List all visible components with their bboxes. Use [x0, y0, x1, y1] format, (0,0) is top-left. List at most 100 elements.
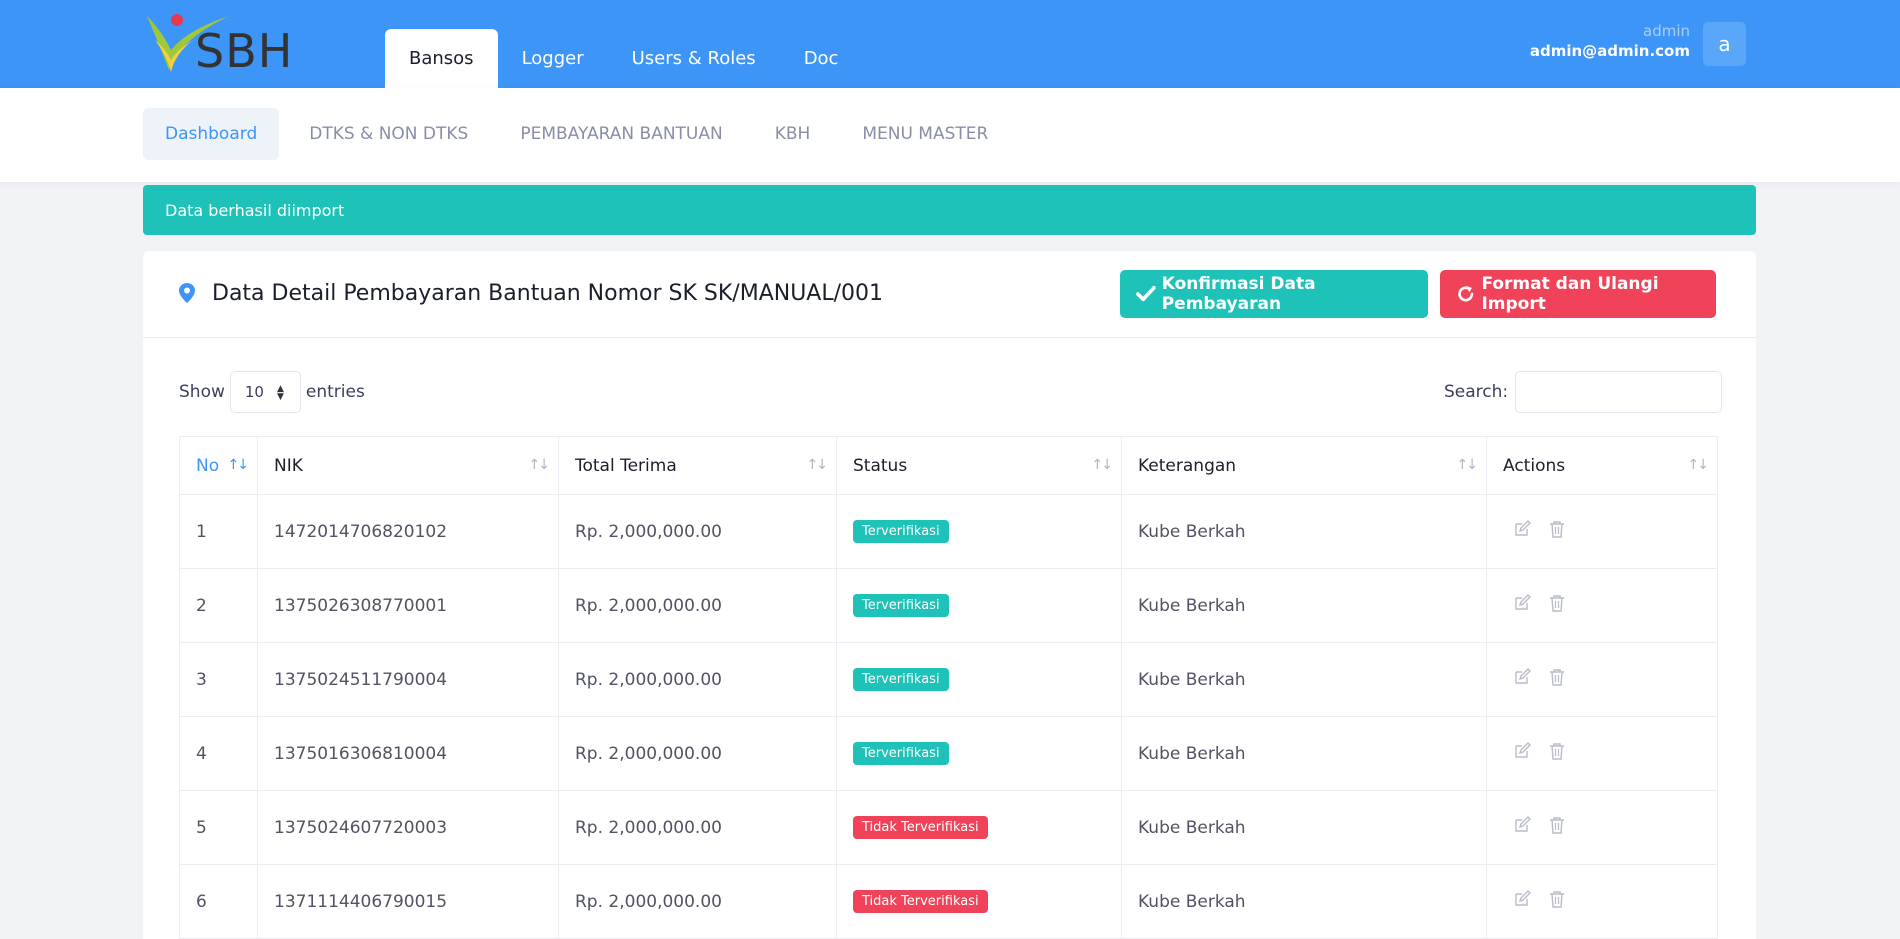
cell-nik: 1472014706820102: [257, 494, 559, 569]
cell-status: Terverifikasi: [836, 716, 1122, 791]
subnav-item-menu-master[interactable]: MENU MASTER: [840, 108, 1010, 160]
sort-arrows-icon: ▲ ▼: [276, 384, 284, 402]
column-header-label: Keterangan: [1138, 455, 1237, 476]
column-header-status[interactable]: Status ↑↓: [836, 436, 1122, 495]
status-badge: Terverifikasi: [853, 520, 949, 543]
show-label: Show: [179, 382, 225, 402]
column-header-total[interactable]: Total Terima ↑↓: [558, 436, 837, 495]
column-header-label: Actions: [1503, 455, 1566, 476]
sort-asc-icon: ↑↓: [227, 457, 250, 473]
cell-actions: [1486, 642, 1718, 717]
status-badge: Terverifikasi: [853, 594, 949, 617]
edit-icon[interactable]: [1513, 816, 1531, 839]
cell-nik: 1375026308770001: [257, 568, 559, 643]
refresh-icon: [1458, 286, 1474, 302]
reset-import-button[interactable]: Format dan Ulangi Import: [1440, 270, 1716, 318]
top-bar: SBH Bansos Logger Users & Roles Doc admi…: [0, 0, 1900, 88]
column-header-keterangan[interactable]: Keterangan ↑↓: [1121, 436, 1487, 495]
cell-total: Rp. 2,000,000.00: [558, 864, 837, 939]
cell-actions: [1486, 568, 1718, 643]
cell-keterangan: Kube Berkah: [1121, 494, 1487, 569]
sort-icon: ↑↓: [806, 457, 829, 473]
status-badge: Tidak Terverifikasi: [853, 890, 988, 913]
status-badge: Terverifikasi: [853, 742, 949, 765]
tab-users-roles[interactable]: Users & Roles: [608, 29, 780, 88]
cell-no: 2: [179, 568, 258, 643]
entries-label: entries: [305, 382, 365, 402]
user-info[interactable]: admin admin@admin.com: [1530, 22, 1690, 60]
user-role: admin: [1643, 22, 1690, 40]
edit-icon[interactable]: [1513, 890, 1531, 913]
cell-total: Rp. 2,000,000.00: [558, 642, 837, 717]
column-header-label: Status: [853, 455, 908, 476]
column-header-no[interactable]: No ↑↓: [179, 436, 258, 495]
tab-bansos[interactable]: Bansos: [385, 29, 498, 88]
reset-import-label: Format dan Ulangi Import: [1481, 274, 1659, 314]
edit-icon[interactable]: [1513, 520, 1531, 543]
cell-status: Tidak Terverifikasi: [836, 864, 1122, 939]
status-badge: Terverifikasi: [853, 668, 949, 691]
user-email: admin@admin.com: [1529, 42, 1690, 60]
trash-icon[interactable]: [1549, 890, 1565, 913]
table-row: 5 1375024607720003 Rp. 2,000,000.00 Tidak T…: [179, 790, 1718, 865]
cell-no: 3: [179, 642, 258, 717]
cell-nik: 1371114406790015: [257, 864, 559, 939]
search-label: Search:: [1444, 382, 1509, 402]
entries-select[interactable]: 10 ▲ ▼: [229, 371, 301, 413]
sort-icon: ↑↓: [528, 457, 551, 473]
trash-icon[interactable]: [1549, 520, 1565, 543]
cell-nik: 1375016306810004: [257, 716, 559, 791]
app-logo[interactable]: SBH: [145, 10, 295, 78]
cell-total: Rp. 2,000,000.00: [558, 790, 837, 865]
cell-nik: 1375024511790004: [257, 642, 559, 717]
tab-doc[interactable]: Doc: [780, 29, 863, 88]
column-header-label: NIK: [274, 455, 303, 476]
sort-icon: ↑↓: [1687, 457, 1710, 473]
cell-total: Rp. 2,000,000.00: [558, 568, 837, 643]
cell-no: 1: [179, 494, 258, 569]
cell-keterangan: Kube Berkah: [1121, 568, 1487, 643]
sort-icon: ↑↓: [1456, 457, 1479, 473]
cell-status: Terverifikasi: [836, 568, 1122, 643]
entries-select-value: 10: [244, 383, 264, 401]
column-header-label: Total Terima: [575, 455, 677, 476]
cell-nik: 1375024607720003: [257, 790, 559, 865]
entries-length-control: Show 10 ▲ ▼ entries: [179, 371, 365, 413]
edit-icon[interactable]: [1513, 742, 1531, 765]
cell-status: Terverifikasi: [836, 494, 1122, 569]
logo-text: SBH: [195, 24, 294, 78]
subnav-item-dashboard[interactable]: Dashboard: [143, 108, 280, 160]
table-row: 6 1371114406790015 Rp. 2,000,000.00 Tidak T…: [179, 864, 1718, 939]
trash-icon[interactable]: [1549, 668, 1565, 691]
confirm-payment-button[interactable]: Konfirmasi Data Pembayaran: [1120, 270, 1428, 318]
table-row: 1 1472014706820102 Rp. 2,000,000.00 Terveri…: [179, 494, 1718, 569]
cell-no: 4: [179, 716, 258, 791]
subnav-item-dtks[interactable]: DTKS & NON DTKS: [287, 108, 490, 160]
table-search: Search:: [1444, 371, 1723, 413]
cell-no: 6: [179, 864, 258, 939]
trash-icon[interactable]: [1549, 594, 1565, 617]
subnav-item-kbh[interactable]: KBH: [753, 108, 833, 160]
card-header: Data Detail Pembayaran Bantuan Nomor SK …: [143, 251, 1756, 338]
search-input[interactable]: [1515, 371, 1723, 413]
edit-icon[interactable]: [1513, 668, 1531, 691]
cell-keterangan: Kube Berkah: [1121, 864, 1487, 939]
cell-status: Tidak Terverifikasi: [836, 790, 1122, 865]
edit-icon[interactable]: [1513, 594, 1531, 617]
cell-keterangan: Kube Berkah: [1121, 790, 1487, 865]
trash-icon[interactable]: [1549, 816, 1565, 839]
avatar[interactable]: a: [1703, 22, 1746, 66]
sub-nav: Dashboard DTKS & NON DTKS PEMBAYARAN BAN…: [0, 88, 1900, 182]
column-header-nik[interactable]: NIK ↑↓: [257, 436, 559, 495]
confirm-payment-label: Konfirmasi Data Pembayaran: [1161, 274, 1316, 314]
table-row: 4 1375016306810004 Rp. 2,000,000.00 Terveri…: [179, 716, 1718, 791]
card-title: Data Detail Pembayaran Bantuan Nomor SK …: [212, 281, 884, 306]
trash-icon[interactable]: [1549, 742, 1565, 765]
cell-status: Terverifikasi: [836, 642, 1122, 717]
column-header-actions[interactable]: Actions ↑↓: [1486, 436, 1718, 495]
table-header-row: No ↑↓ NIK ↑↓ Total Terima ↑↓ Status ↑↓ Keter…: [179, 436, 1718, 495]
payment-table: No ↑↓ NIK ↑↓ Total Terima ↑↓ Status ↑↓ Keter…: [179, 436, 1718, 939]
tab-logger[interactable]: Logger: [498, 29, 608, 88]
status-badge: Tidak Terverifikasi: [853, 816, 988, 839]
subnav-item-pembayaran[interactable]: PEMBAYARAN BANTUAN: [498, 108, 744, 160]
